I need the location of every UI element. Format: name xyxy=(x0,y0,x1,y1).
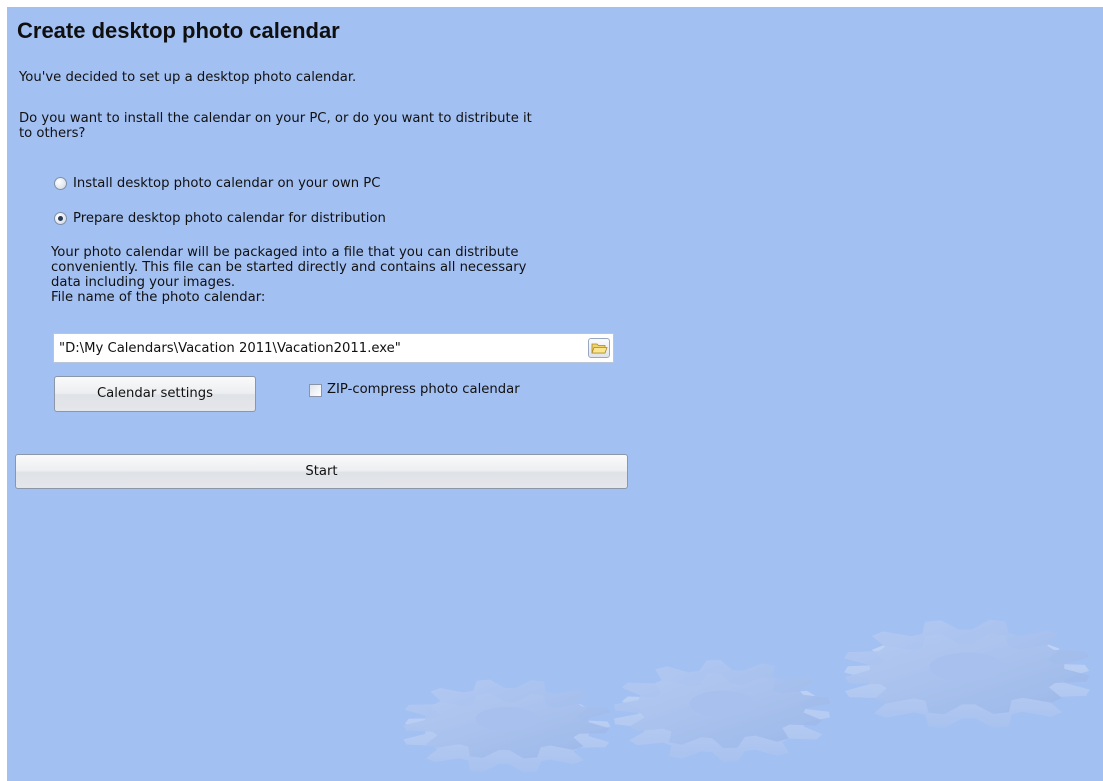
gear-hub-2 xyxy=(929,652,1005,682)
intro-text: You've decided to set up a desktop photo… xyxy=(19,70,357,85)
gear-hub-1 xyxy=(689,690,755,718)
browse-button[interactable] xyxy=(588,338,610,358)
zip-compress-checkbox[interactable] xyxy=(309,384,322,397)
install-own-pc-radio[interactable] xyxy=(54,177,67,190)
page-title: Create desktop photo calendar xyxy=(17,18,340,43)
description-line2: conveniently. This file can be started d… xyxy=(51,260,527,275)
prepare-distribution-label[interactable]: Prepare desktop photo calendar for distr… xyxy=(73,211,386,226)
install-own-pc-label[interactable]: Install desktop photo calendar on your o… xyxy=(73,176,380,191)
description-line3: data including your images. xyxy=(51,275,236,290)
gear-hub-0 xyxy=(475,707,539,731)
file-name-field[interactable]: "D:\My Calendars\Vacation 2011\Vacation2… xyxy=(53,333,614,363)
radio-selected-dot xyxy=(58,216,63,221)
question-text-line2: to others? xyxy=(19,126,86,141)
file-name-label: File name of the photo calendar: xyxy=(51,290,266,305)
prepare-distribution-radio[interactable] xyxy=(54,212,67,225)
calendar-settings-button[interactable]: Calendar settings xyxy=(54,376,256,412)
question-text-line1: Do you want to install the calendar on y… xyxy=(19,111,532,126)
description-line1: Your photo calendar will be packaged int… xyxy=(51,245,519,260)
file-name-value[interactable]: "D:\My Calendars\Vacation 2011\Vacation2… xyxy=(59,341,401,356)
zip-compress-label[interactable]: ZIP-compress photo calendar xyxy=(327,382,520,397)
folder-icon xyxy=(591,343,608,354)
wizard-panel: Create desktop photo calendar You've dec… xyxy=(7,7,1103,781)
start-button[interactable]: Start xyxy=(15,454,628,489)
